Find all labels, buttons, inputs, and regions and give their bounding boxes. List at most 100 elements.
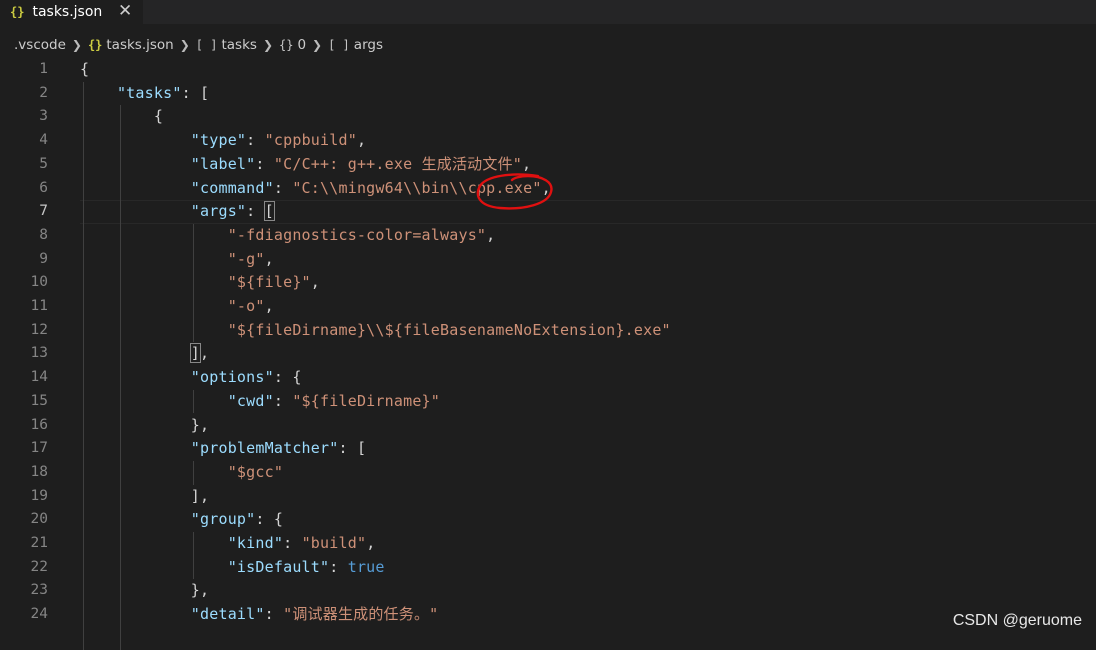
- code-token: ,: [310, 273, 321, 292]
- code-line[interactable]: 11 "-o",: [0, 295, 1096, 319]
- code-line[interactable]: 15 "cwd": "${fileDirname}": [0, 390, 1096, 414]
- line-number: 11: [30, 298, 48, 314]
- code-line[interactable]: 20 "group": {: [0, 508, 1096, 532]
- code-line[interactable]: 2 "tasks": [: [0, 82, 1096, 106]
- code-token: "C/C++: g++.exe 生成活动文件": [273, 154, 522, 173]
- code-token: "build": [301, 534, 367, 552]
- code-line[interactable]: 19 ],: [0, 485, 1096, 509]
- code-token: ,: [522, 154, 532, 173]
- code-line[interactable]: 12 "${fileDirname}\\${fileBasenameNoExte…: [0, 319, 1096, 343]
- breadcrumb-args[interactable]: args: [354, 37, 383, 53]
- code-token: "isDefault": [227, 557, 330, 576]
- code-token: ],: [80, 486, 210, 505]
- line-number: 16: [30, 416, 48, 433]
- indent-guide: [193, 223, 195, 343]
- breadcrumb-index[interactable]: 0: [297, 37, 306, 53]
- chevron-right-icon: ❯: [179, 38, 190, 52]
- code-token: "group": [190, 510, 256, 529]
- line-number: 21: [30, 535, 48, 551]
- code-text: {: [80, 58, 89, 82]
- tab-bar: {} tasks.json ✕: [0, 0, 1096, 24]
- code-text: "isDefault": true: [80, 556, 385, 580]
- line-number: 19: [30, 487, 48, 504]
- code-line[interactable]: 5 "label": "C/C++: g++.exe 生成活动文件",: [0, 153, 1096, 177]
- code-token: : {: [273, 368, 302, 387]
- array-icon: [ ]: [328, 38, 350, 52]
- code-token: true: [347, 557, 385, 576]
- code-line[interactable]: 8 "-fdiagnostics-color=always",: [0, 224, 1096, 248]
- code-line[interactable]: 21 "kind": "build",: [0, 532, 1096, 556]
- code-text: ],: [80, 342, 209, 366]
- code-token: ]: [189, 343, 202, 364]
- line-number: 15: [30, 392, 48, 409]
- code-token: : {: [255, 510, 284, 529]
- code-text: "tasks": [: [80, 82, 209, 106]
- code-token: {: [80, 107, 164, 126]
- code-line[interactable]: 16 },: [0, 414, 1096, 438]
- code-token: "options": [190, 368, 274, 387]
- code-token: ,: [356, 131, 367, 150]
- code-token: "problemMatcher": [190, 439, 339, 458]
- code-text: "problemMatcher": [: [80, 437, 366, 461]
- code-token: :: [246, 131, 265, 150]
- line-number: 13: [30, 345, 48, 362]
- code-line[interactable]: 7 "args": [: [0, 200, 1096, 224]
- json-file-icon: {}: [10, 5, 25, 19]
- code-token: "detail": [190, 605, 265, 624]
- code-line[interactable]: 17 "problemMatcher": [: [0, 437, 1096, 461]
- code-line[interactable]: 6 "command": "C:\\mingw64\\bin\\cpp.exe"…: [0, 177, 1096, 201]
- code-token: "-g": [227, 249, 265, 268]
- code-token: : [: [338, 439, 367, 458]
- array-icon: [ ]: [195, 38, 218, 52]
- breadcrumb: .vscode ❯ {} tasks.json ❯ [ ] tasks ❯ {}…: [0, 34, 1096, 56]
- code-editor[interactable]: 1{2 "tasks": [3 {4 "type": "cppbuild", 5 …: [0, 58, 1096, 650]
- code-line[interactable]: 24 "detail": "调试器生成的任务。": [0, 603, 1096, 627]
- breadcrumb-folder[interactable]: .vscode: [14, 37, 66, 53]
- code-line[interactable]: 22 "isDefault": true: [0, 556, 1096, 580]
- line-number: 10: [30, 274, 48, 291]
- code-token: :: [273, 178, 293, 197]
- code-token: },: [80, 581, 210, 600]
- code-line[interactable]: 14 "options": {: [0, 366, 1096, 390]
- breadcrumb-tasks[interactable]: tasks: [221, 37, 256, 53]
- code-token: [: [263, 201, 275, 222]
- code-line[interactable]: 3 {: [0, 105, 1096, 129]
- code-token: ,: [264, 297, 274, 315]
- code-text: "type": "cppbuild",: [80, 129, 366, 153]
- code-token: "调试器生成的任务。": [283, 605, 439, 624]
- code-line[interactable]: 13 ],: [0, 342, 1096, 366]
- code-token: : [: [181, 83, 210, 102]
- code-token: ,: [486, 225, 496, 244]
- breadcrumb-file[interactable]: tasks.json: [106, 37, 173, 53]
- code-text: "${fileDirname}\\${fileBasenameNoExtensi…: [80, 319, 671, 343]
- code-line[interactable]: 23 },: [0, 579, 1096, 603]
- code-text: },: [80, 579, 209, 603]
- line-number: 5: [39, 155, 48, 172]
- line-number: 1: [39, 61, 48, 77]
- code-line[interactable]: 4 "type": "cppbuild",: [0, 129, 1096, 153]
- close-icon[interactable]: ✕: [118, 0, 132, 24]
- code-line[interactable]: 10 "${file}",: [0, 271, 1096, 295]
- code-line[interactable]: 9 "-g",: [0, 248, 1096, 272]
- tab-tasks-json[interactable]: {} tasks.json ✕: [0, 0, 143, 24]
- line-number: 9: [39, 250, 48, 267]
- code-text: "-g",: [80, 248, 274, 272]
- code-token: "cwd": [227, 391, 274, 410]
- code-token: ,: [264, 249, 274, 268]
- code-token: "tasks": [116, 83, 182, 102]
- code-token: "${fileDirname}": [292, 391, 441, 410]
- chevron-right-icon: ❯: [71, 38, 82, 52]
- code-line[interactable]: 18 "$gcc": [0, 461, 1096, 485]
- code-line[interactable]: 1{: [0, 58, 1096, 82]
- chevron-right-icon: ❯: [262, 38, 273, 52]
- code-text: "${file}",: [80, 271, 320, 295]
- indent-guide: [193, 389, 195, 414]
- line-number: 18: [30, 463, 48, 480]
- code-token: {: [80, 60, 90, 78]
- code-token: "${file}": [227, 273, 311, 292]
